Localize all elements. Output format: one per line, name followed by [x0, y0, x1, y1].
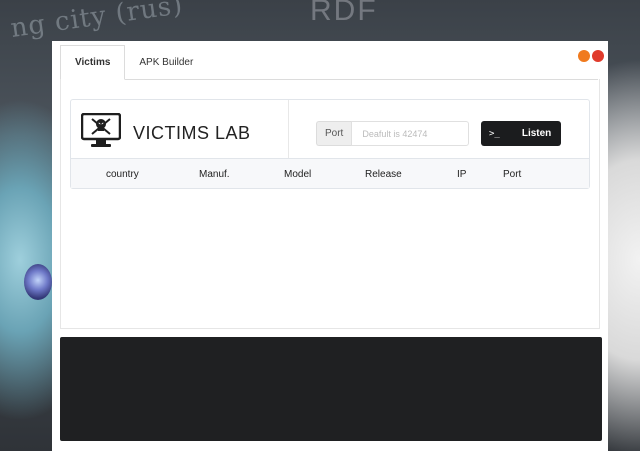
port-input-group: Port: [316, 121, 470, 146]
column-header-port[interactable]: Port: [503, 159, 521, 189]
tab-victims[interactable]: Victims: [60, 45, 126, 80]
victims-table-header: country Manuf. Model Release IP Port: [71, 158, 589, 188]
app-window: Victims APK Builder VICTIMS LAB Port Dea…: [52, 41, 608, 451]
panel-title: VICTIMS LAB: [133, 123, 251, 143]
monitor-skull-icon: [80, 112, 122, 154]
terminal-icon: >_: [489, 128, 500, 139]
victims-panel: VICTIMS LAB Port >_ Listen country Manuf…: [70, 99, 590, 189]
brand: VICTIMS LAB: [80, 112, 251, 154]
port-label: Port: [316, 121, 352, 146]
column-header-country[interactable]: country: [106, 159, 139, 189]
panel-header: VICTIMS LAB Port >_ Listen: [71, 100, 589, 158]
listen-button-label: Listen: [521, 128, 552, 139]
tab-bar: Victims APK Builder: [60, 45, 598, 80]
column-header-release[interactable]: Release: [365, 159, 402, 189]
column-header-manufacturer[interactable]: Manuf.: [199, 159, 230, 189]
column-header-model[interactable]: Model: [284, 159, 311, 189]
tab-apk-builder[interactable]: APK Builder: [125, 45, 207, 79]
port-input[interactable]: [351, 121, 470, 146]
log-console[interactable]: [60, 337, 602, 441]
header-divider: [288, 100, 289, 158]
column-header-ip[interactable]: IP: [457, 159, 466, 189]
listen-button[interactable]: >_ Listen: [481, 121, 561, 146]
wallpaper-text-right: RDF: [310, 0, 378, 27]
wallpaper-anime-eye: [24, 264, 52, 300]
wallpaper-text: ng city (rus): [8, 0, 185, 44]
